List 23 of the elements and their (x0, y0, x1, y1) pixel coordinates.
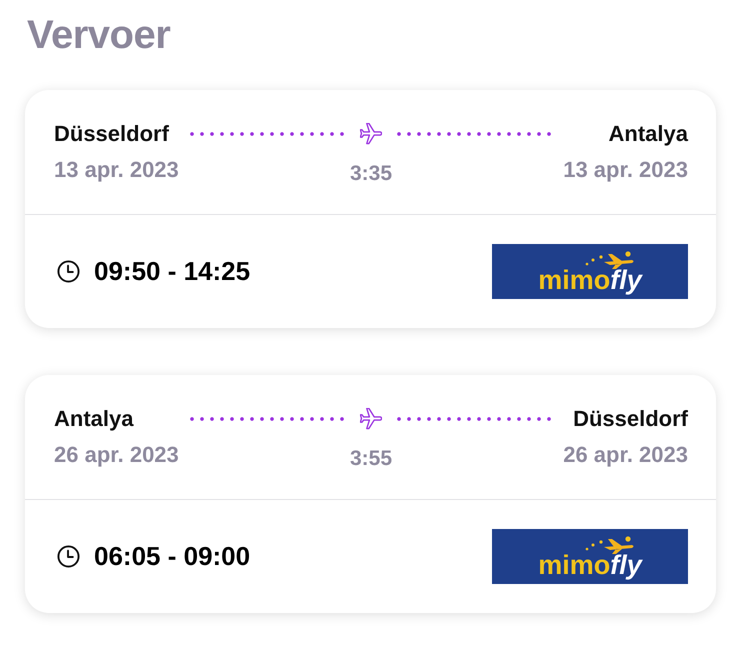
arrival-city: Düsseldorf (572, 405, 688, 433)
arrival-city: Antalya (608, 120, 688, 148)
arrival-date: 13 apr. 2023 (563, 156, 688, 184)
flight-duration: 3:55 (348, 446, 394, 472)
airplane-icon (360, 123, 382, 145)
clock-icon (57, 545, 80, 568)
flight-duration: 3:35 (348, 161, 394, 187)
arrival-date: 26 apr. 2023 (563, 441, 688, 469)
departure-date: 26 apr. 2023 (54, 441, 179, 469)
airplane-icon (584, 536, 636, 554)
clock-icon (57, 260, 80, 283)
airplane-icon (584, 250, 636, 268)
airplane-icon (360, 408, 382, 430)
departure-date: 13 apr. 2023 (54, 156, 179, 184)
logo-text: mimo (538, 264, 610, 294)
logo-text: mimo (538, 550, 610, 580)
departure-city: Düsseldorf (54, 120, 170, 148)
logo-text: fly (610, 550, 642, 580)
section-title: Vervoer (27, 14, 172, 56)
departure-city: Antalya (54, 405, 135, 433)
flight-times: 06:05 - 09:00 (94, 541, 250, 572)
logo-text: fly (610, 264, 642, 294)
flight-times: 09:50 - 14:25 (94, 256, 250, 287)
